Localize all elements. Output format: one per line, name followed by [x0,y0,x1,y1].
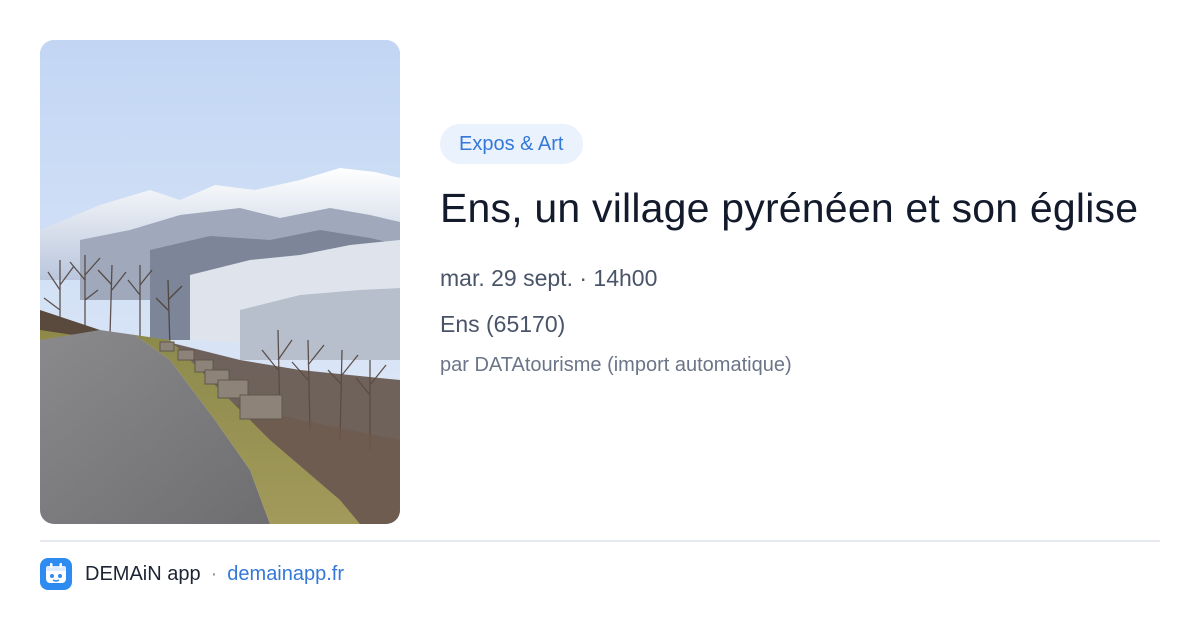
footer-separator: · [210,562,218,585]
event-location: Ens (65170) [440,311,566,337]
event-source: par DATAtourisme (import automatique) [440,354,792,376]
app-footer: DEMAiN app · demainapp.fr [40,558,344,590]
event-details: Expos & Art Ens, un village pyrénéen et … [440,124,1160,379]
landscape-image [40,40,400,524]
divider [40,540,1160,542]
event-card[interactable]: Expos & Art Ens, un village pyrénéen et … [0,0,1200,630]
app-name: DEMAiN app [85,562,201,585]
event-photo [40,40,400,524]
demain-app-logo-icon [40,558,72,590]
event-date-time: mar. 29 sept. · 14h00 [440,265,658,291]
category-tag[interactable]: Expos & Art [440,124,583,164]
event-title: Ens, un village pyrénéen et son église [440,185,1139,231]
app-website-link[interactable]: demainapp.fr [227,563,344,586]
